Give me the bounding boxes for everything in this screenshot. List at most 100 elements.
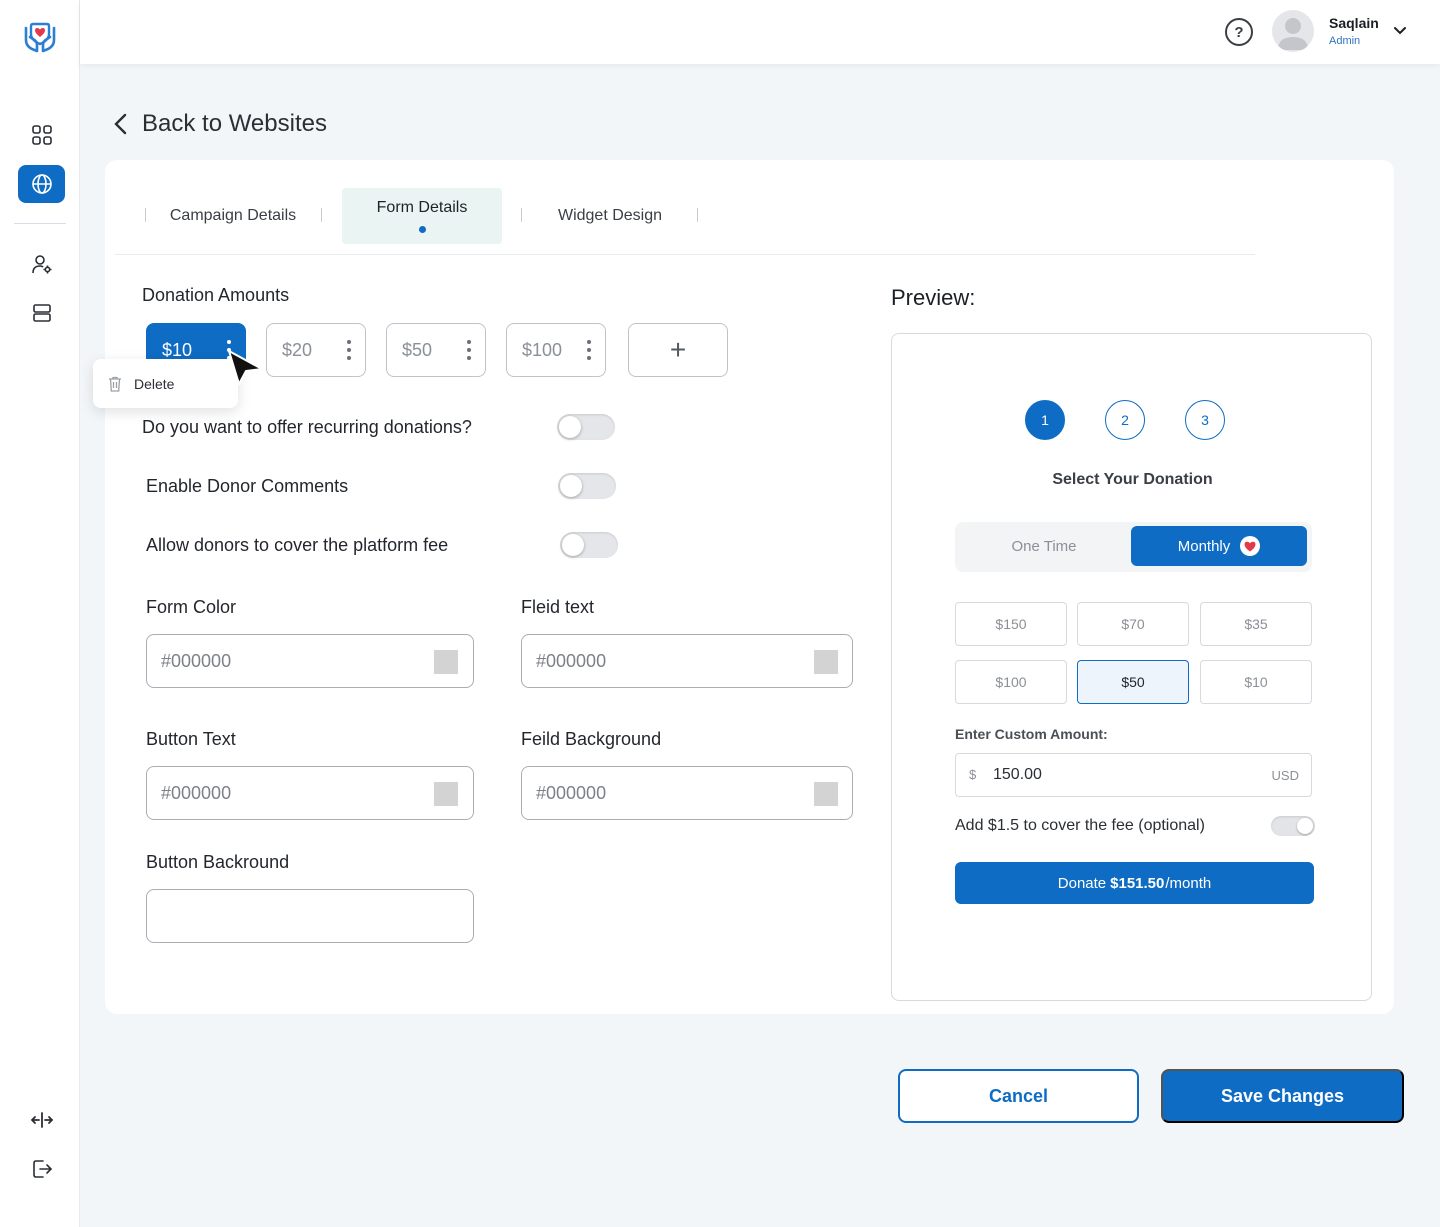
one-time-option[interactable]: One Time [959, 526, 1129, 566]
recurring-toggle[interactable] [557, 414, 615, 440]
preview-heading: Select Your Donation [1052, 471, 1213, 488]
form-settings-card: Campaign Details Form Details Widget Des… [93, 160, 1394, 1014]
cancel-button[interactable]: Cancel [898, 1069, 1139, 1123]
database-icon [32, 304, 51, 322]
save-changes-button[interactable]: Save Changes [1161, 1069, 1404, 1123]
color-swatch[interactable] [434, 650, 458, 674]
custom-amount-value: 150.00 [993, 766, 1042, 783]
cover-fee-toggle[interactable] [560, 532, 618, 558]
delete-menu-item[interactable]: Delete [134, 376, 174, 392]
preview-fee-toggle[interactable] [1271, 816, 1315, 836]
preview-title: Preview: [891, 285, 976, 310]
color-swatch[interactable] [814, 782, 838, 806]
donor-comments-toggle[interactable] [558, 473, 616, 499]
step-indicator-1[interactable]: 1 [1025, 400, 1065, 440]
nav-logout[interactable] [18, 1150, 65, 1188]
field-text-color-input[interactable]: #000000 [521, 634, 853, 688]
charity-hands-logo[interactable] [22, 20, 58, 54]
donate-suffix: /month [1165, 874, 1212, 892]
color-placeholder: #000000 [536, 782, 607, 803]
add-amount-button[interactable]: + [628, 323, 728, 377]
field-text-label: Fleid text [521, 597, 595, 617]
mouse-pointer-icon [228, 350, 263, 385]
color-swatch[interactable] [814, 650, 838, 674]
tab-separator [521, 208, 522, 222]
back-link-label: Back to Websites [142, 110, 327, 137]
currency-symbol: $ [969, 767, 977, 782]
button-background-label: Button Backround [146, 852, 290, 872]
tab-separator [697, 208, 698, 222]
preview-amount-option[interactable]: $100 [955, 660, 1067, 704]
form-color-input[interactable]: #000000 [146, 634, 474, 688]
more-vertical-icon[interactable] [347, 339, 351, 361]
frequency-switch: One Time Monthly [955, 522, 1312, 572]
user-name: Saqlain [1329, 15, 1379, 31]
nav-database[interactable] [18, 294, 65, 332]
preview-amount-option[interactable]: $10 [1200, 660, 1312, 704]
user-settings-icon [31, 255, 51, 274]
preview-amount-option[interactable]: $150 [955, 602, 1067, 646]
button-background-color-input[interactable] [146, 889, 474, 943]
donor-comments-label: Enable Donor Comments [146, 476, 349, 496]
amount-value: $50 [402, 339, 433, 360]
back-to-websites-link[interactable]: Back to Websites [112, 110, 327, 138]
amount-value: $100 [522, 339, 563, 360]
sidebar-divider [14, 223, 66, 224]
nav-expand[interactable] [18, 1101, 65, 1139]
step-indicator-2[interactable]: 2 [1105, 400, 1145, 440]
tab-bar: Campaign Details Form Details Widget Des… [115, 188, 1255, 255]
color-placeholder: #000000 [536, 650, 607, 671]
nav-websites[interactable] [18, 165, 65, 203]
amount-value: $20 [282, 339, 313, 360]
monthly-label: Monthly [1177, 537, 1231, 555]
chevron-left-icon [114, 113, 127, 135]
currency-unit: USD [1271, 768, 1299, 783]
nav-user-settings[interactable] [18, 245, 65, 283]
step-indicator-3[interactable]: 3 [1185, 400, 1225, 440]
form-color-label: Form Color [146, 597, 237, 617]
chevron-down-icon[interactable] [1392, 22, 1408, 38]
donation-form-preview: 1 2 3 Select Your Donation One Time Mont… [891, 333, 1372, 1001]
tab-separator [321, 208, 322, 222]
amount-chip-20[interactable]: $20 [266, 323, 366, 377]
tab-campaign-details[interactable]: Campaign Details [160, 188, 306, 244]
tab-label: Form Details [376, 199, 468, 216]
donate-button[interactable]: Donate $151.50 /month [955, 862, 1314, 904]
toggle-knob [1297, 818, 1313, 834]
preview-amount-option[interactable]: $35 [1200, 602, 1312, 646]
cover-fee-label: Allow donors to cover the platform fee [146, 535, 449, 555]
user-role: Admin [1329, 35, 1361, 47]
custom-amount-input[interactable]: $ 150.00 USD [955, 753, 1312, 797]
more-vertical-icon[interactable] [587, 339, 591, 361]
custom-amount-label: Enter Custom Amount: [955, 726, 1108, 742]
tab-form-details[interactable]: Form Details [342, 188, 502, 244]
sidebar [0, 0, 80, 1227]
tab-widget-design[interactable]: Widget Design [545, 188, 675, 244]
donate-prefix: Donate [1057, 874, 1107, 892]
logout-icon [32, 1160, 52, 1178]
amount-context-menu: Delete [93, 359, 238, 408]
field-background-label: Feild Background [521, 729, 662, 749]
preview-amount-option[interactable]: $70 [1077, 602, 1189, 646]
more-vertical-icon[interactable] [467, 339, 471, 361]
color-placeholder: #000000 [161, 650, 232, 671]
monthly-option[interactable]: Monthly [1131, 526, 1307, 566]
amount-value: $10 [162, 339, 193, 360]
color-placeholder: #000000 [161, 782, 232, 803]
color-swatch[interactable] [434, 782, 458, 806]
nav-dashboard[interactable] [18, 116, 65, 154]
toggle-knob [562, 534, 584, 556]
globe-icon [31, 174, 52, 194]
help-icon[interactable]: ? [1225, 18, 1253, 46]
preview-amount-option-selected[interactable]: $50 [1077, 660, 1189, 704]
avatar[interactable] [1272, 10, 1314, 52]
button-text-color-input[interactable]: #000000 [146, 766, 474, 820]
tab-separator [145, 208, 146, 222]
dashboard-grid-icon [31, 125, 52, 145]
amount-chip-50[interactable]: $50 [386, 323, 486, 377]
field-background-color-input[interactable]: #000000 [521, 766, 853, 820]
heart-icon [1240, 536, 1261, 556]
donate-amount: $151.50 [1110, 874, 1165, 892]
toggle-knob [560, 475, 582, 497]
amount-chip-100[interactable]: $100 [506, 323, 606, 377]
